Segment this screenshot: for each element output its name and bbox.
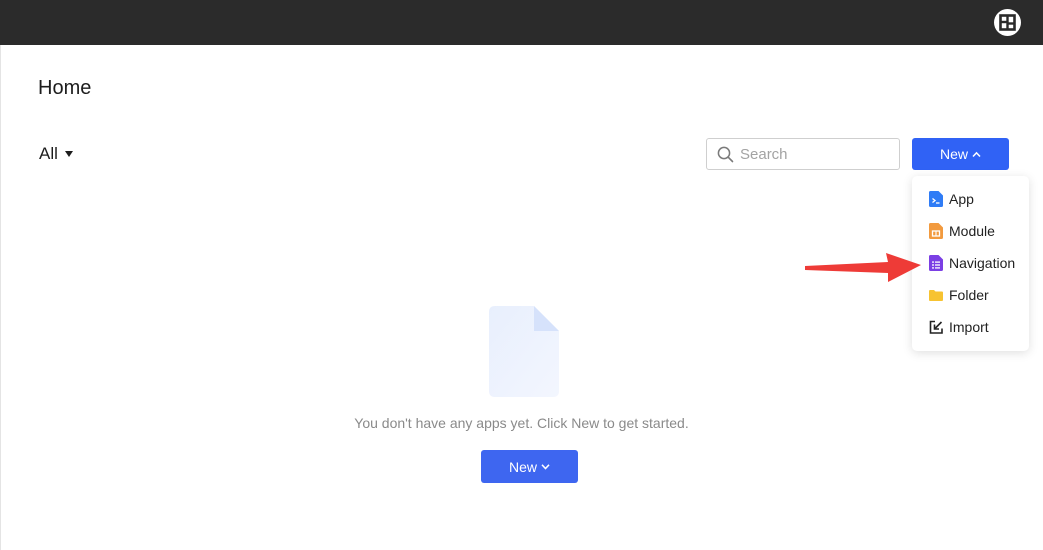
new-dropdown-menu: App Module Navigation Folder Import xyxy=(912,176,1029,351)
empty-state-new-button[interactable]: New xyxy=(481,450,578,483)
empty-document-icon xyxy=(489,306,559,397)
menu-item-module[interactable]: Module xyxy=(912,215,1029,247)
app-icon xyxy=(929,191,943,207)
top-bar xyxy=(0,0,1043,45)
new-button-label: New xyxy=(508,458,537,475)
module-icon xyxy=(929,223,943,239)
menu-item-label: Import xyxy=(949,319,989,335)
caret-down-icon xyxy=(64,151,73,157)
menu-item-label: Folder xyxy=(949,287,989,303)
page-title: Home xyxy=(38,77,92,99)
search-icon xyxy=(717,146,734,162)
menu-item-import[interactable]: Import xyxy=(912,311,1029,343)
filter-dropdown[interactable]: All xyxy=(39,144,73,164)
search-box[interactable] xyxy=(706,138,900,170)
menu-item-folder[interactable]: Folder xyxy=(912,279,1029,311)
navigation-icon xyxy=(929,255,943,271)
annotation-arrow xyxy=(805,253,921,282)
menu-item-navigation[interactable]: Navigation xyxy=(912,247,1029,279)
empty-state-message: You don't have any apps yet. Click New t… xyxy=(354,415,689,431)
new-button-label: New xyxy=(939,146,968,162)
search-input[interactable] xyxy=(740,145,890,163)
import-icon xyxy=(929,320,943,334)
folder-icon xyxy=(929,290,943,301)
filter-label: All xyxy=(39,144,58,163)
menu-item-label: App xyxy=(949,191,974,207)
workspace-logo-icon[interactable] xyxy=(994,9,1021,36)
chevron-down-icon xyxy=(541,464,550,470)
menu-item-label: Module xyxy=(949,223,995,239)
new-button[interactable]: New xyxy=(912,138,1009,170)
chevron-up-icon xyxy=(972,151,981,157)
page-divider xyxy=(0,45,1,550)
menu-item-label: Navigation xyxy=(949,255,1016,271)
menu-item-app[interactable]: App xyxy=(912,183,1029,215)
